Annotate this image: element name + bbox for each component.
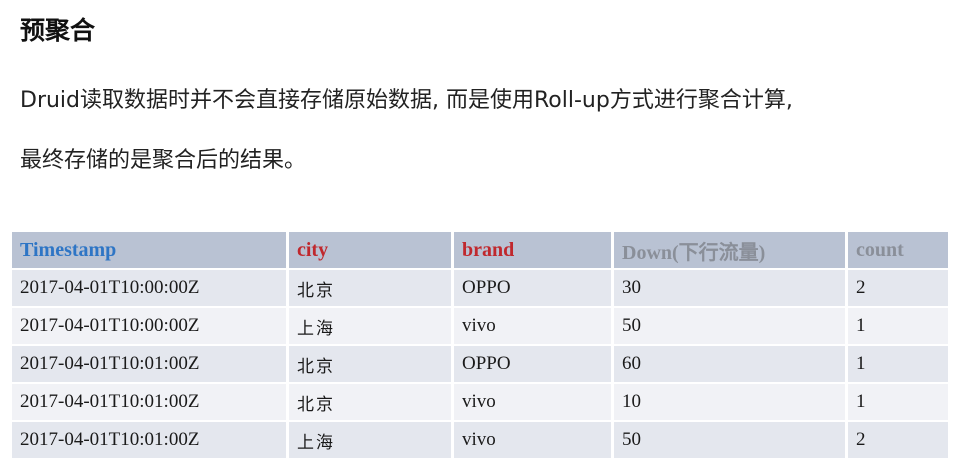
- cell-count: 2: [848, 420, 948, 458]
- page-title: 预聚合: [20, 16, 96, 45]
- header-timestamp: Timestamp: [12, 232, 289, 268]
- table-row: 2017-04-01T10:01:00Z 北京 OPPO 60 1: [12, 344, 948, 382]
- slide: 预聚合 Druid读取数据时并不会直接存储原始数据, 而是使用Roll-up方式…: [0, 0, 956, 474]
- cell-brand: OPPO: [454, 344, 614, 382]
- cell-count: 1: [848, 306, 948, 344]
- cell-timestamp: 2017-04-01T10:01:00Z: [12, 382, 289, 420]
- cell-timestamp: 2017-04-01T10:00:00Z: [12, 268, 289, 306]
- cell-city: 上海: [289, 306, 454, 344]
- header-city: city: [289, 232, 454, 268]
- cell-down: 50: [614, 420, 848, 458]
- cell-city: 北京: [289, 344, 454, 382]
- table-row: 2017-04-01T10:00:00Z 上海 vivo 50 1: [12, 306, 948, 344]
- cell-brand: vivo: [454, 306, 614, 344]
- table-header-row: Timestamp city brand Down(下行流量) count: [12, 232, 948, 268]
- cell-down: 50: [614, 306, 848, 344]
- cell-city: 北京: [289, 382, 454, 420]
- cell-count: 1: [848, 382, 948, 420]
- description-line-1: Druid读取数据时并不会直接存储原始数据, 而是使用Roll-up方式进行聚合…: [20, 88, 793, 113]
- cell-count: 1: [848, 344, 948, 382]
- cell-down: 30: [614, 268, 848, 306]
- cell-timestamp: 2017-04-01T10:00:00Z: [12, 306, 289, 344]
- header-count: count: [848, 232, 948, 268]
- table-row: 2017-04-01T10:00:00Z 北京 OPPO 30 2: [12, 268, 948, 306]
- cell-down: 60: [614, 344, 848, 382]
- table-row: 2017-04-01T10:01:00Z 上海 vivo 50 2: [12, 420, 948, 458]
- cell-count: 2: [848, 268, 948, 306]
- cell-brand: vivo: [454, 420, 614, 458]
- cell-down: 10: [614, 382, 848, 420]
- header-brand: brand: [454, 232, 614, 268]
- cell-timestamp: 2017-04-01T10:01:00Z: [12, 344, 289, 382]
- cell-brand: OPPO: [454, 268, 614, 306]
- cell-city: 上海: [289, 420, 454, 458]
- rollup-table: Timestamp city brand Down(下行流量) count 20…: [12, 232, 948, 458]
- cell-city: 北京: [289, 268, 454, 306]
- table-row: 2017-04-01T10:01:00Z 北京 vivo 10 1: [12, 382, 948, 420]
- cell-brand: vivo: [454, 382, 614, 420]
- description-line-2: 最终存储的是聚合后的结果。: [20, 148, 307, 173]
- header-down: Down(下行流量): [614, 232, 848, 268]
- cell-timestamp: 2017-04-01T10:01:00Z: [12, 420, 289, 458]
